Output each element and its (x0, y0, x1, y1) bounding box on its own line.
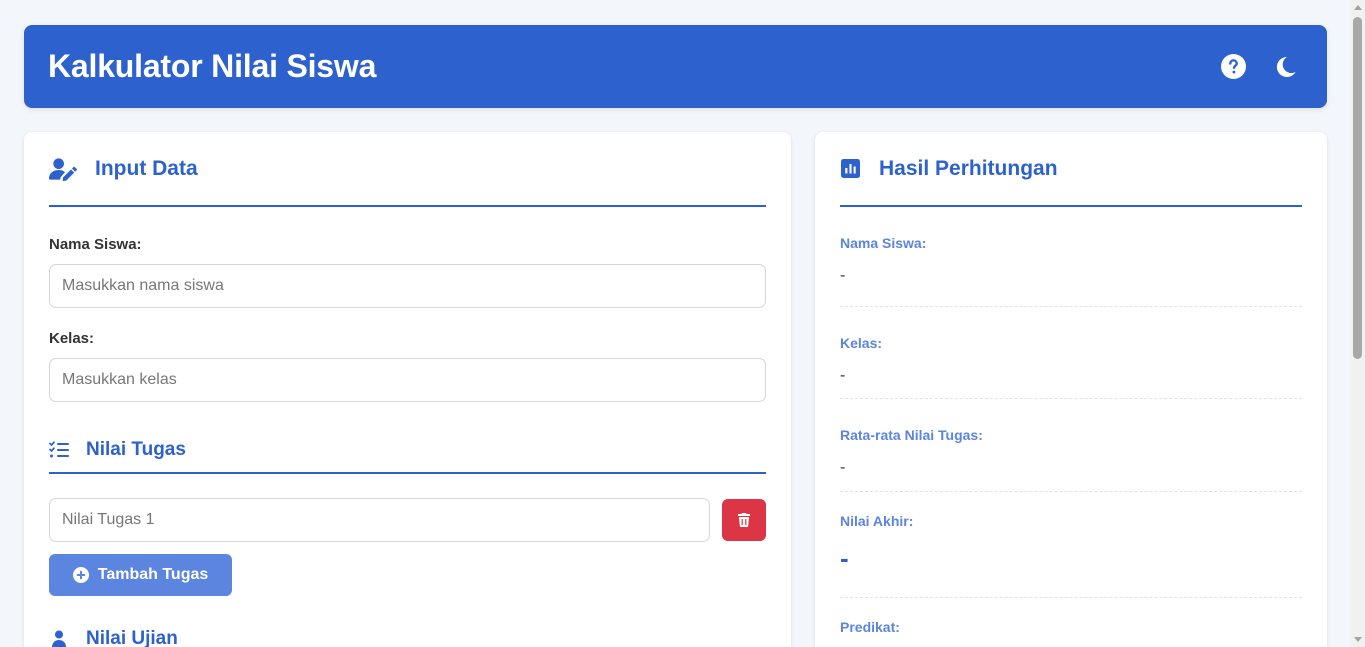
tasks-title-text: Nilai Tugas (86, 438, 186, 460)
result-item-class: Kelas: - (840, 307, 1302, 399)
delete-task-button[interactable] (722, 499, 766, 541)
result-label: Nilai Akhir: (840, 513, 914, 529)
result-item-name: Nama Siswa: - (840, 207, 1302, 307)
class-label: Kelas: (49, 330, 95, 347)
results-title-text: Hasil Perhitungan (879, 156, 1058, 180)
moon-icon[interactable] (1272, 54, 1298, 80)
results-section-title: Hasil Perhitungan (840, 132, 1302, 207)
app-header: Kalkulator Nilai Siswa (24, 25, 1327, 108)
task-row (49, 498, 766, 542)
app-title: Kalkulator Nilai Siswa (48, 48, 377, 84)
user-edit-icon (49, 157, 77, 181)
list-check-icon (49, 440, 69, 459)
result-label: Nama Siswa: (840, 235, 927, 251)
name-input[interactable] (49, 264, 766, 308)
add-task-button[interactable]: Tambah Tugas (49, 554, 232, 596)
scrollbar-down-arrow[interactable] (1354, 637, 1362, 642)
plus-circle-icon (72, 567, 89, 583)
scrollbar-thumb[interactable] (1353, 17, 1362, 359)
result-item-avg-task: Rata-rata Nilai Tugas: - (840, 399, 1302, 492)
input-card: Input Data Nama Siswa: Kelas: Nilai Tuga… (24, 132, 791, 647)
user-icon (52, 630, 70, 647)
header-actions (1220, 54, 1298, 80)
help-circle-icon[interactable] (1220, 54, 1246, 80)
result-label: Predikat: (840, 619, 900, 635)
result-item-final-score: Nilai Akhir: - (840, 492, 1302, 598)
results-card: Hasil Perhitungan Nama Siswa: - Kelas: -… (815, 132, 1327, 647)
name-label: Nama Siswa: (49, 236, 142, 253)
class-input[interactable] (49, 358, 766, 402)
task-1-input[interactable] (49, 498, 710, 542)
exam-section-title: Nilai Ujian (49, 628, 766, 647)
final-score-value: - (840, 543, 849, 573)
scrollbar-up-arrow[interactable] (1354, 5, 1362, 10)
result-value: - (840, 459, 846, 476)
result-item-predicate: Predikat: (840, 598, 1302, 635)
add-task-label: Tambah Tugas (97, 566, 209, 583)
tasks-section-title: Nilai Tugas (49, 427, 766, 474)
scrollbar-track[interactable] (1350, 0, 1365, 647)
trash-icon (738, 513, 750, 527)
input-title-text: Input Data (95, 156, 198, 180)
input-section-title: Input Data (49, 132, 766, 207)
chart-bar-icon (841, 159, 860, 178)
exam-title-text: Nilai Ujian (86, 628, 178, 647)
result-label: Kelas: (840, 335, 883, 351)
result-value: - (840, 267, 846, 284)
result-value: - (840, 367, 846, 384)
result-label: Rata-rata Nilai Tugas: (840, 427, 983, 443)
